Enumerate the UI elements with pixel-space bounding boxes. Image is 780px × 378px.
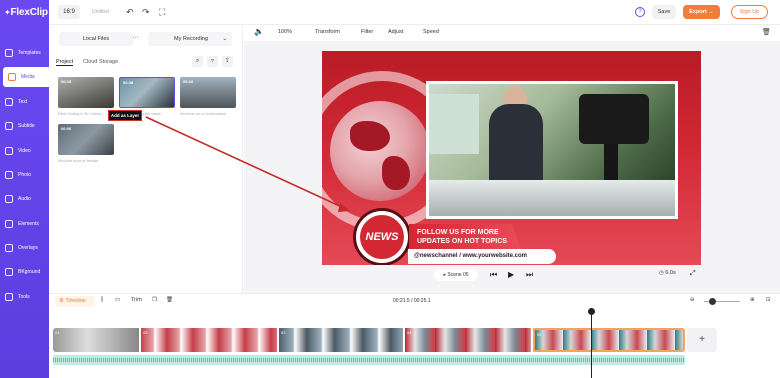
- timeline-time: 00:21.5 / 00:25.1: [393, 298, 431, 304]
- media-thumb-selected[interactable]: 00:38: [119, 77, 175, 108]
- studio-camera: [579, 94, 649, 144]
- split-icon[interactable]: ⫿: [101, 297, 103, 304]
- save-button[interactable]: Save: [652, 5, 676, 19]
- duplicate-icon[interactable]: ❐: [152, 297, 157, 303]
- nav-overlays[interactable]: Overlays: [0, 238, 49, 258]
- tools-icon: [5, 293, 13, 301]
- audio-icon: [5, 195, 13, 203]
- folder-select[interactable]: My Recording ⌄: [148, 32, 232, 46]
- trim-button[interactable]: Trim: [131, 297, 142, 303]
- next-icon[interactable]: ⏭: [526, 270, 533, 280]
- top-bar: 16:9 Untitled ↶ ↷ ⛶ ? Save Export → Sign…: [49, 0, 780, 25]
- subtitle-icon: [5, 122, 13, 130]
- delete-clip-icon[interactable]: 🗑: [166, 297, 173, 303]
- nav-elements[interactable]: Elements: [0, 214, 49, 234]
- playhead[interactable]: [591, 310, 592, 378]
- media-thumb[interactable]: 00:06: [58, 124, 114, 155]
- elements-icon: [5, 220, 13, 228]
- nav-photo[interactable]: Photo: [0, 165, 49, 185]
- follow-banner: FOLLOW US FOR MORE UPDATES ON HOT TOPICS: [409, 224, 521, 250]
- fullscreen-icon[interactable]: ⛶: [159, 7, 165, 17]
- filter-icon[interactable]: ▿: [207, 56, 218, 67]
- templates-icon: [5, 49, 13, 57]
- subtitle-track-icon[interactable]: ▭: [115, 297, 120, 303]
- add-as-layer-tooltip[interactable]: Add as Layer: [108, 110, 142, 121]
- scene-selector[interactable]: ▸ Scene 05: [434, 269, 478, 281]
- transform-button[interactable]: Transform: [315, 29, 340, 35]
- nav-background[interactable]: BKground: [0, 262, 49, 282]
- globe-graphic: [330, 101, 430, 201]
- zoom-out-icon[interactable]: ⊖: [690, 297, 695, 303]
- more-options-icon[interactable]: ···: [132, 34, 139, 41]
- timeline-clip[interactable]: 04: [405, 328, 533, 352]
- timeline-panel: ⚙ Timeline ⫿ ▭ Trim ❐ 🗑 00:21.5 / 00:25.…: [49, 293, 780, 378]
- zoom-slider-handle[interactable]: [709, 298, 716, 305]
- media-panel: Local Files ··· My Recording ⌄ Project Cl…: [49, 25, 243, 293]
- scene-duration[interactable]: ◷ 6.0s: [659, 270, 676, 276]
- zoom-select[interactable]: 100%: [278, 29, 292, 35]
- nav-media[interactable]: Media: [3, 67, 49, 87]
- timeline-clip[interactable]: 01: [53, 328, 141, 352]
- play-icon[interactable]: ▶: [508, 270, 514, 279]
- media-caption: Medium shot of female: [58, 158, 99, 163]
- speed-button[interactable]: Speed: [423, 29, 439, 35]
- help-icon[interactable]: ?: [635, 7, 645, 17]
- aspect-ratio-button[interactable]: 16:9: [58, 5, 80, 19]
- tab-project[interactable]: Project: [56, 59, 74, 66]
- nav-audio[interactable]: Audio: [0, 189, 49, 209]
- zoom-in-icon[interactable]: ⊕: [750, 297, 755, 303]
- nav-tools[interactable]: Tools: [0, 287, 49, 307]
- media-thumb[interactable]: 00:16: [180, 77, 236, 108]
- video-icon: [5, 147, 13, 155]
- media-icon: [8, 73, 16, 81]
- previous-icon[interactable]: ⏮: [490, 270, 497, 280]
- media-caption: Aerinets on a construction: [180, 111, 227, 116]
- timeline-clip[interactable]: 02: [141, 328, 279, 352]
- fit-screen-icon[interactable]: ⤢: [690, 270, 696, 278]
- photo-icon: [5, 171, 13, 179]
- presenter: [489, 104, 543, 184]
- text-icon: [5, 98, 13, 106]
- chevron-down-icon: ⌄: [222, 36, 227, 42]
- preview-area: 🔈 100% Transform Filter Adjust Speed 🗑 N…: [244, 25, 780, 293]
- news-badge: NEWS: [356, 211, 408, 263]
- nav-templates[interactable]: Templates: [0, 43, 49, 63]
- timeline-clip[interactable]: 03: [279, 328, 405, 352]
- video-layer[interactable]: [426, 81, 678, 219]
- globe-land: [382, 156, 410, 190]
- left-nav: ✦FlexClip Templates Media Text Subtitle …: [0, 0, 49, 378]
- handle-banner: @newschannel / www.yourwebsite.com: [408, 249, 556, 264]
- fit-timeline-icon[interactable]: ⊡: [766, 297, 771, 303]
- upload-icon[interactable]: ⇪: [222, 56, 233, 67]
- signup-button[interactable]: Sign Up: [731, 5, 768, 19]
- redo-icon[interactable]: ↷: [142, 7, 150, 17]
- filter-button[interactable]: Filter: [361, 29, 373, 35]
- export-button[interactable]: Export →: [683, 5, 720, 19]
- undo-icon[interactable]: ↶: [126, 7, 134, 17]
- video-canvas[interactable]: NEWS FOLLOW US FOR MORE UPDATES ON HOT T…: [322, 51, 701, 265]
- adjust-button[interactable]: Adjust: [388, 29, 403, 35]
- nav-video[interactable]: Video: [0, 141, 49, 161]
- volume-icon[interactable]: 🔈: [254, 27, 264, 36]
- delete-icon[interactable]: 🗑: [762, 28, 771, 36]
- add-clip-button[interactable]: +: [687, 328, 717, 352]
- nav-subtitle[interactable]: Subtitle: [0, 116, 49, 136]
- app-logo: ✦FlexClip: [4, 7, 48, 18]
- timeline-toggle[interactable]: ⚙ Timeline: [55, 296, 95, 307]
- globe-land: [350, 121, 390, 151]
- local-files-button[interactable]: Local Files: [59, 32, 133, 46]
- preview-toolbar: 🔈 100% Transform Filter Adjust Speed 🗑: [244, 25, 780, 41]
- overlays-icon: [5, 244, 13, 252]
- nav-text[interactable]: Text: [0, 92, 49, 112]
- background-icon: [5, 268, 13, 276]
- studio-screen: [429, 94, 479, 154]
- project-title[interactable]: Untitled: [92, 9, 109, 15]
- tab-cloud-storage[interactable]: Cloud Storage: [83, 59, 118, 65]
- timeline-clip-selected[interactable]: 05: [533, 328, 685, 352]
- search-icon[interactable]: ⌕: [192, 56, 203, 67]
- media-thumb[interactable]: 00:19: [58, 77, 114, 108]
- news-desk: [429, 180, 675, 216]
